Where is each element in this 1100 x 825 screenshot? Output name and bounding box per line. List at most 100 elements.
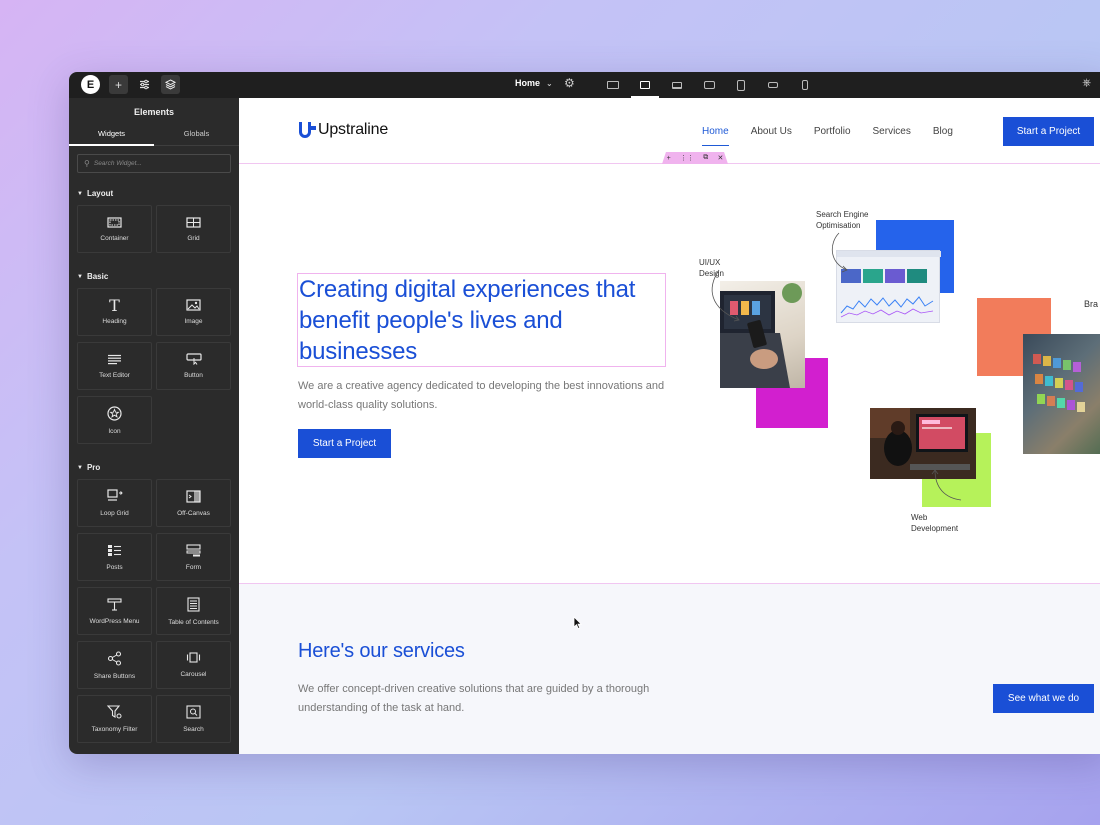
- device-tablet-landscape-button[interactable]: [693, 72, 725, 98]
- widget-label: Heading: [102, 318, 127, 325]
- section-pro[interactable]: ▼ Pro: [69, 463, 239, 472]
- widget-label: Grid: [187, 235, 200, 242]
- search-widget-input[interactable]: ⚲ Search Widget...: [77, 154, 231, 173]
- add-icon[interactable]: +: [109, 75, 128, 94]
- star-icon: [107, 405, 122, 423]
- widget-label: Icon: [108, 427, 121, 435]
- services-heading[interactable]: Here's our services: [298, 640, 465, 663]
- header-start-project-button[interactable]: Start a Project: [1003, 117, 1094, 146]
- section-label: Layout: [86, 189, 114, 198]
- site-settings-icon[interactable]: [135, 75, 154, 94]
- structure-layers-icon[interactable]: [161, 75, 180, 94]
- device-tablet-portrait-button[interactable]: [725, 72, 757, 98]
- search-icon: [186, 705, 201, 721]
- label-uiux-design: UI/UX Design: [699, 258, 724, 278]
- widget-label: Carousel: [180, 671, 207, 678]
- device-desktop-button[interactable]: [597, 72, 629, 98]
- table-of-contents-icon: [187, 596, 200, 614]
- device-mobile-landscape-button[interactable]: [757, 72, 789, 98]
- services-description: We offer concept-driven creative solutio…: [298, 683, 650, 714]
- pro-widgets-grid: Loop Grid Off-Canvas Posts Form WordPres…: [69, 479, 239, 743]
- widget-grid[interactable]: Grid: [156, 205, 231, 253]
- section-handle-toolbar[interactable]: + ⋮⋮ ⧉ ✕: [662, 152, 728, 164]
- widget-share-buttons[interactable]: Share Buttons: [77, 641, 152, 689]
- button-icon: [185, 353, 202, 367]
- widget-label: Container: [100, 235, 129, 242]
- widget-search[interactable]: Search: [156, 695, 231, 743]
- elementor-logo-icon[interactable]: E: [81, 75, 100, 94]
- drag-handle-icon[interactable]: ⋮⋮: [680, 154, 694, 162]
- tablet-landscape-icon: [703, 81, 715, 89]
- device-widescreen-button[interactable]: [629, 72, 661, 98]
- nav-about-us[interactable]: About Us: [751, 126, 792, 137]
- widget-table-of-contents[interactable]: Table of Contents: [156, 587, 231, 635]
- search-icon: ⚲: [84, 159, 90, 168]
- widget-label: Taxonomy Filter: [91, 726, 138, 733]
- caret-down-icon: ▼: [77, 464, 83, 471]
- hero-start-project-button[interactable]: Start a Project: [298, 429, 391, 458]
- section-layout[interactable]: ▼ Layout: [69, 189, 239, 198]
- services-section[interactable]: Here's our services We offer concept-dri…: [239, 584, 1100, 754]
- editor-topbar: E + Home ⌄ ⚙ ⎈: [69, 72, 1100, 98]
- widget-label: Form: [185, 563, 202, 571]
- delete-icon[interactable]: ✕: [717, 154, 723, 162]
- widget-off-canvas[interactable]: Off-Canvas: [156, 479, 231, 527]
- label-branding-partial: Bra: [1084, 299, 1099, 309]
- widget-label: Share Buttons: [93, 672, 136, 680]
- widget-label: Table of Contents: [168, 618, 219, 626]
- widget-carousel[interactable]: Carousel: [156, 641, 231, 689]
- widget-button[interactable]: Button: [156, 342, 231, 390]
- widget-heading[interactable]: T Heading: [77, 288, 152, 336]
- heading-icon: T: [109, 296, 120, 315]
- elements-panel: Elements Widgets Globals ⚲ Search Widget…: [69, 98, 239, 754]
- widget-form[interactable]: Form: [156, 533, 231, 581]
- widget-label: Button: [184, 372, 203, 379]
- widget-text-editor[interactable]: Text Editor: [77, 342, 152, 390]
- widescreen-icon: [640, 81, 650, 89]
- tab-globals[interactable]: Globals: [154, 124, 239, 145]
- widget-wordpress-menu[interactable]: WordPress Menu: [77, 587, 152, 635]
- widget-icon[interactable]: Icon: [77, 396, 152, 444]
- page-settings-gear-icon[interactable]: ⚙: [564, 76, 575, 90]
- mobile-portrait-icon: [802, 80, 808, 90]
- layout-widgets-grid: Container Grid: [69, 205, 239, 253]
- chevron-down-icon: ⌄: [546, 78, 553, 88]
- widget-posts[interactable]: Posts: [77, 533, 152, 581]
- search-placeholder: Search Widget...: [93, 160, 142, 167]
- page-selector[interactable]: Home ⌄: [515, 78, 553, 88]
- section-label: Pro: [86, 463, 101, 472]
- widget-label: Image: [184, 318, 203, 325]
- section-label: Basic: [86, 272, 109, 281]
- widget-label: WordPress Menu: [89, 617, 140, 625]
- nav-blog[interactable]: Blog: [933, 126, 953, 137]
- widget-image[interactable]: Image: [156, 288, 231, 336]
- duplicate-icon[interactable]: ⧉: [703, 154, 708, 162]
- grid-icon: [186, 216, 201, 230]
- see-what-we-do-button[interactable]: See what we do: [993, 684, 1094, 713]
- off-canvas-icon: [186, 489, 201, 505]
- basic-widgets-grid: T Heading Image Text Editor Button Icon: [69, 288, 239, 444]
- posts-icon: [107, 544, 122, 559]
- publish-icon[interactable]: ⎈: [1082, 77, 1091, 90]
- widget-label: Posts: [106, 563, 123, 571]
- widget-container[interactable]: Container: [77, 205, 152, 253]
- device-mobile-portrait-button[interactable]: [789, 72, 821, 98]
- label-search-engine-optimisation: Search Engine Optimisation: [816, 210, 869, 230]
- mouse-cursor-icon: [573, 616, 583, 630]
- hero-heading[interactable]: Creating digital experiences that benefi…: [297, 273, 666, 367]
- share-icon: [107, 650, 122, 668]
- widget-taxonomy-filter[interactable]: Taxonomy Filter: [77, 695, 152, 743]
- carousel-icon: [186, 652, 201, 666]
- device-laptop-button[interactable]: [661, 72, 693, 98]
- widget-loop-grid[interactable]: Loop Grid: [77, 479, 152, 527]
- upstraline-logo-icon: [297, 120, 317, 140]
- add-section-icon[interactable]: +: [667, 155, 671, 162]
- nav-portfolio[interactable]: Portfolio: [814, 126, 851, 137]
- nav-services[interactable]: Services: [873, 126, 911, 137]
- nav-home[interactable]: Home: [702, 126, 729, 146]
- brand-name: Upstraline: [318, 121, 389, 138]
- section-basic[interactable]: ▼ Basic: [69, 272, 239, 281]
- site-logo[interactable]: Upstraline: [297, 120, 388, 140]
- tab-widgets[interactable]: Widgets: [69, 124, 154, 146]
- container-icon: [107, 216, 122, 230]
